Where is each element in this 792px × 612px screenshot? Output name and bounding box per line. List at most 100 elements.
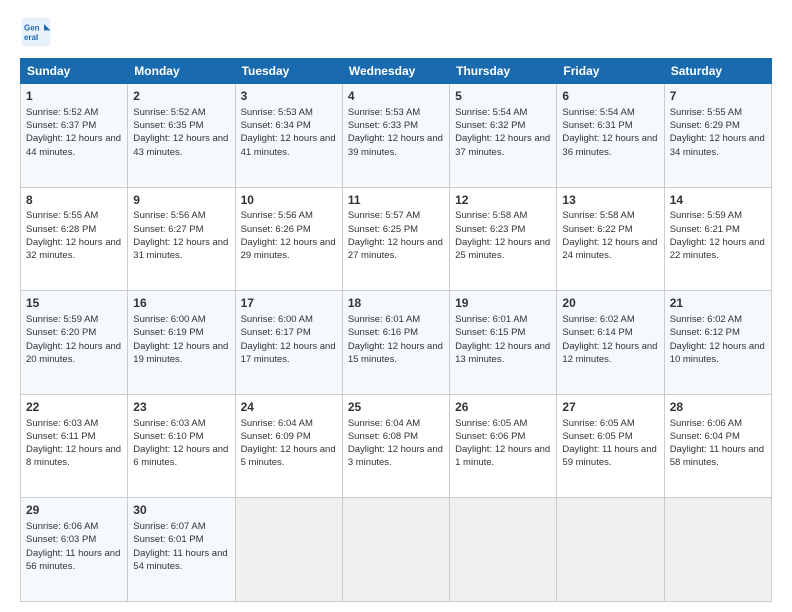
calendar-cell: 8Sunrise: 5:55 AMSunset: 6:28 PMDaylight…	[21, 187, 128, 291]
sunrise: Sunrise: 5:56 AM	[133, 210, 205, 221]
calendar-cell: 30Sunrise: 6:07 AMSunset: 6:01 PMDayligh…	[128, 498, 235, 602]
header: Gen eral	[20, 16, 772, 48]
calendar-cell: 24Sunrise: 6:04 AMSunset: 6:09 PMDayligh…	[235, 394, 342, 498]
daylight: Daylight: 12 hours and 1 minute.	[455, 444, 550, 468]
logo-icon: Gen eral	[20, 16, 52, 48]
daylight: Daylight: 12 hours and 39 minutes.	[348, 133, 443, 157]
sunset: Sunset: 6:03 PM	[26, 534, 96, 545]
calendar-cell: 17Sunrise: 6:00 AMSunset: 6:17 PMDayligh…	[235, 291, 342, 395]
sunset: Sunset: 6:32 PM	[455, 120, 525, 131]
sunset: Sunset: 6:09 PM	[241, 431, 311, 442]
calendar-cell: 9Sunrise: 5:56 AM Sunset: 6:27 PM Daylight…	[128, 187, 235, 291]
sunset: Sunset: 6:11 PM	[26, 431, 96, 442]
sunset: Sunset: 6:15 PM	[455, 327, 525, 338]
sunset: Sunset: 6:16 PM	[348, 327, 418, 338]
day-number: 13	[562, 192, 658, 209]
calendar-cell: 20Sunrise: 6:02 AMSunset: 6:14 PMDayligh…	[557, 291, 664, 395]
daylight: Daylight: 12 hours and 3 minutes.	[348, 444, 443, 468]
sunset: Sunset: 6:33 PM	[348, 120, 418, 131]
week-row-4: 22 Sunrise: 6:03 AM Sunset: 6:11 PM Dayligh…	[21, 394, 772, 498]
day-number: 10	[241, 192, 337, 209]
day-number: 23	[133, 399, 229, 416]
sunset: Sunset: 6:08 PM	[348, 431, 418, 442]
daylight: Daylight: 12 hours and 27 minutes.	[348, 237, 443, 261]
calendar-cell: 2Sunrise: 5:52 AMSunset: 6:35 PMDaylight…	[128, 84, 235, 188]
header-monday: Monday	[128, 59, 235, 84]
calendar-cell: 25Sunrise: 6:04 AMSunset: 6:08 PMDayligh…	[342, 394, 449, 498]
calendar-cell	[450, 498, 557, 602]
calendar-cell: 6Sunrise: 5:54 AMSunset: 6:31 PMDaylight…	[557, 84, 664, 188]
calendar-cell: 29Sunrise: 6:06 AMSunset: 6:03 PMDayligh…	[21, 498, 128, 602]
page: Gen eral SundayMondayTuesdayWednesdayThu…	[0, 0, 792, 612]
daylight: Daylight: 12 hours and 31 minutes.	[133, 237, 228, 261]
sunrise: Sunrise: 6:04 AM	[348, 418, 420, 429]
sunrise: Sunrise: 6:06 AM	[26, 521, 98, 532]
calendar-cell: 3Sunrise: 5:53 AMSunset: 6:34 PMDaylight…	[235, 84, 342, 188]
daylight: Daylight: 12 hours and 32 minutes.	[26, 237, 121, 261]
day-number: 29	[26, 502, 122, 519]
sunrise: Sunrise: 5:59 AM	[670, 210, 742, 221]
calendar-cell: 16Sunrise: 6:00 AMSunset: 6:19 PMDayligh…	[128, 291, 235, 395]
sunrise: Sunrise: 5:52 AM	[26, 107, 98, 118]
sunrise: Sunrise: 6:00 AM	[133, 314, 205, 325]
day-number: 26	[455, 399, 551, 416]
daylight: Daylight: 12 hours and 29 minutes.	[241, 237, 336, 261]
calendar-cell: 15Sunrise: 5:59 AMSunset: 6:20 PMDayligh…	[21, 291, 128, 395]
calendar-cell	[557, 498, 664, 602]
svg-text:eral: eral	[24, 33, 38, 42]
week-row-1: 1 Sunrise: 5:52 AM Sunset: 6:37 PM Daylight…	[21, 84, 772, 188]
sunrise: Sunrise: 5:58 AM	[562, 210, 634, 221]
day-number: 17	[241, 295, 337, 312]
daylight: Daylight: 12 hours and 25 minutes.	[455, 237, 550, 261]
day-number: 19	[455, 295, 551, 312]
sunrise: Sunrise: 5:53 AM	[348, 107, 420, 118]
sunrise: Sunrise: 6:04 AM	[241, 418, 313, 429]
sunset: Sunset: 6:27 PM	[133, 224, 203, 235]
day-number: 22	[26, 399, 122, 416]
calendar-cell: 4Sunrise: 5:53 AMSunset: 6:33 PMDaylight…	[342, 84, 449, 188]
calendar-cell	[342, 498, 449, 602]
sunset: Sunset: 6:37 PM	[26, 120, 96, 131]
sunset: Sunset: 6:22 PM	[562, 224, 632, 235]
sunrise: Sunrise: 6:01 AM	[455, 314, 527, 325]
calendar-cell: 14Sunrise: 5:59 AMSunset: 6:21 PMDayligh…	[664, 187, 771, 291]
sunset: Sunset: 6:21 PM	[670, 224, 740, 235]
sunrise: Sunrise: 6:01 AM	[348, 314, 420, 325]
sunset: Sunset: 6:31 PM	[562, 120, 632, 131]
day-number: 2	[133, 88, 229, 105]
sunrise: Sunrise: 6:03 AM	[26, 418, 98, 429]
daylight: Daylight: 12 hours and 20 minutes.	[26, 341, 121, 365]
sunrise: Sunrise: 5:56 AM	[241, 210, 313, 221]
daylight: Daylight: 12 hours and 36 minutes.	[562, 133, 657, 157]
day-number: 20	[562, 295, 658, 312]
daylight: Daylight: 12 hours and 5 minutes.	[241, 444, 336, 468]
svg-text:Gen: Gen	[24, 23, 40, 32]
calendar-cell	[664, 498, 771, 602]
calendar-cell	[235, 498, 342, 602]
day-number: 11	[348, 192, 444, 209]
day-number: 12	[455, 192, 551, 209]
sunrise: Sunrise: 5:52 AM	[133, 107, 205, 118]
daylight: Daylight: 12 hours and 44 minutes.	[26, 133, 121, 157]
week-row-5: 29Sunrise: 6:06 AMSunset: 6:03 PMDayligh…	[21, 498, 772, 602]
daylight: Daylight: 12 hours and 24 minutes.	[562, 237, 657, 261]
sunset: Sunset: 6:04 PM	[670, 431, 740, 442]
sunrise: Sunrise: 5:54 AM	[562, 107, 634, 118]
daylight: Daylight: 12 hours and 10 minutes.	[670, 341, 765, 365]
day-number: 16	[133, 295, 229, 312]
calendar-cell: 23Sunrise: 6:03 AMSunset: 6:10 PMDayligh…	[128, 394, 235, 498]
sunset: Sunset: 6:14 PM	[562, 327, 632, 338]
day-number: 5	[455, 88, 551, 105]
calendar-cell: 18Sunrise: 6:01 AMSunset: 6:16 PMDayligh…	[342, 291, 449, 395]
daylight: Daylight: 12 hours and 41 minutes.	[241, 133, 336, 157]
day-number: 30	[133, 502, 229, 519]
day-number: 21	[670, 295, 766, 312]
day-number: 9	[133, 192, 229, 209]
day-number: 1	[26, 88, 122, 105]
sunset: Sunset: 6:10 PM	[133, 431, 203, 442]
sunset: Sunset: 6:28 PM	[26, 224, 96, 235]
sunrise: Sunrise: 5:58 AM	[455, 210, 527, 221]
logo: Gen eral	[20, 16, 58, 48]
header-sunday: Sunday	[21, 59, 128, 84]
daylight: Daylight: 12 hours and 6 minutes.	[133, 444, 228, 468]
